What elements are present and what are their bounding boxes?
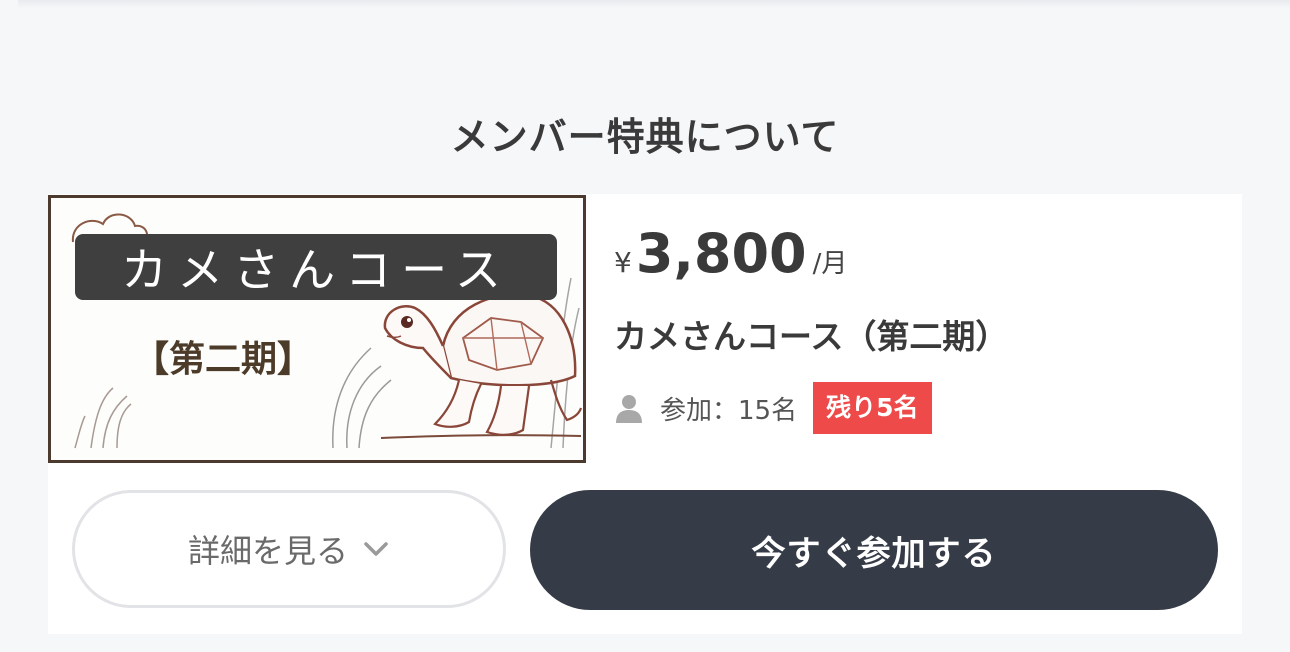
- price-amount: 3,800: [635, 222, 807, 285]
- currency-symbol: ¥: [614, 246, 632, 279]
- section-title: メンバー特典について: [450, 114, 840, 159]
- join-now-button-label: 今すぐ参加する: [751, 533, 997, 574]
- user-icon: [616, 395, 642, 423]
- participants-row: 参加：15名 残り5名: [614, 382, 932, 434]
- chevron-down-icon: [364, 542, 388, 556]
- details-button[interactable]: 詳細を見る: [72, 490, 506, 608]
- plan-name: カメさんコース（第二期）: [614, 317, 1009, 356]
- plan-card: カメさんコース 【第二期】 ¥ 3,800 /月 カメさんコース（第二期） 参加…: [48, 194, 1242, 634]
- plan-thumbnail: カメさんコース 【第二期】: [48, 195, 586, 463]
- thumbnail-subtitle: 【第二期】: [133, 339, 314, 380]
- thumbnail-title: カメさんコース: [75, 234, 557, 300]
- header-shadow: [18, 0, 1290, 8]
- details-button-label: 詳細を見る: [187, 532, 348, 570]
- price: ¥ 3,800 /月: [614, 222, 847, 285]
- join-now-button[interactable]: 今すぐ参加する: [530, 490, 1218, 610]
- participant-count: 参加：15名: [660, 395, 798, 426]
- remaining-badge: 残り5名: [813, 382, 932, 434]
- price-unit: /月: [812, 249, 848, 279]
